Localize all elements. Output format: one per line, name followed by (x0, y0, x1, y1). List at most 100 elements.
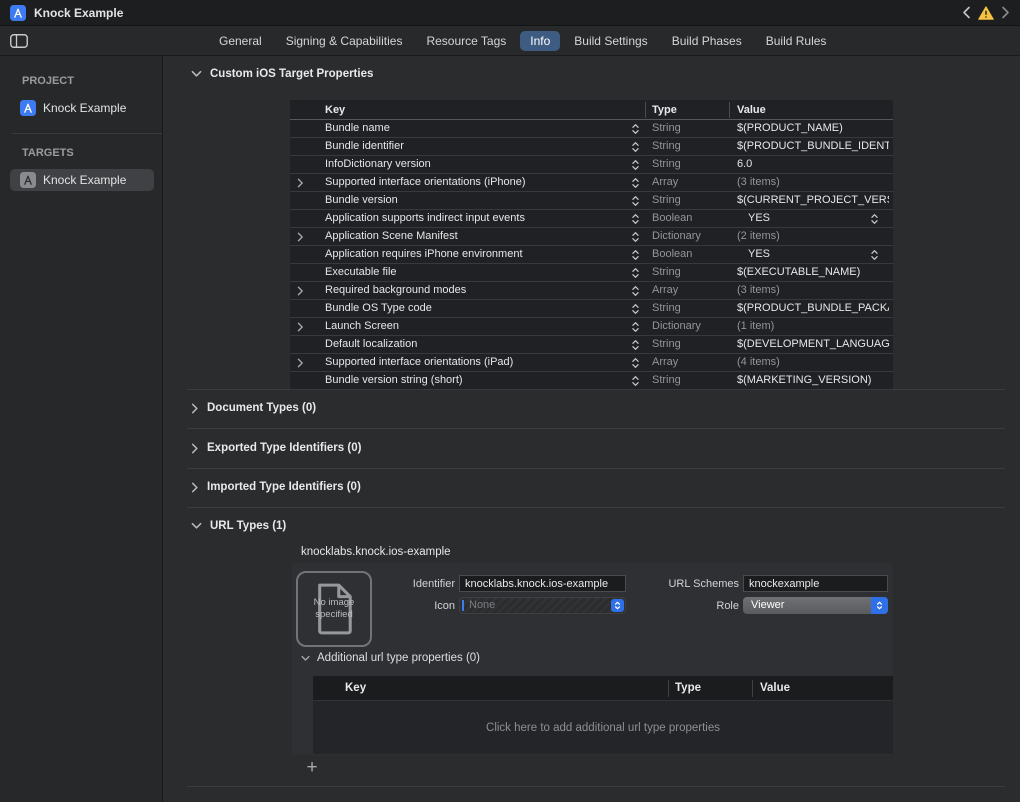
key-stepper-icon[interactable] (631, 231, 640, 243)
tab-build-settings[interactable]: Build Settings (564, 31, 657, 51)
icon-dropdown[interactable]: None (459, 597, 626, 614)
property-key: InfoDictionary version (325, 156, 431, 173)
tab-build-rules[interactable]: Build Rules (756, 31, 837, 51)
collapsed-section-header[interactable]: Exported Type Identifiers (0) (191, 442, 361, 454)
section-custom-ios-target-properties[interactable]: Custom iOS Target Properties (191, 68, 373, 80)
focus-bar (462, 600, 464, 611)
role-label: Role (629, 600, 739, 612)
property-row-bundle-os-type-code[interactable]: Bundle OS Type code String $(PRODUCT_BUN… (290, 300, 893, 318)
tab-info[interactable]: Info (520, 31, 560, 51)
popup-chevrons-icon (871, 597, 888, 614)
section-divider (187, 428, 1005, 429)
table-header: Key Type Value (290, 100, 893, 120)
property-key: Application requires iPhone environment (325, 246, 523, 263)
add-additional-properties-row[interactable]: Click here to add additional url type pr… (313, 701, 893, 754)
property-value: $(EXECUTABLE_NAME) (737, 264, 889, 281)
key-stepper-icon[interactable] (631, 123, 640, 135)
property-key: Bundle OS Type code (325, 300, 432, 317)
chevron-down-icon (191, 70, 202, 78)
column-header-key: Key (325, 100, 345, 120)
value-stepper-icon[interactable] (870, 249, 879, 261)
key-stepper-icon[interactable] (631, 249, 640, 261)
disclosure-chevron-icon[interactable] (297, 358, 304, 368)
property-row-application-scene-manifest[interactable]: Application Scene Manifest Dictionary (2… (290, 228, 893, 246)
xcode-project-icon (20, 100, 36, 116)
key-stepper-icon[interactable] (631, 141, 640, 153)
property-row-bundle-identifier[interactable]: Bundle identifier String $(PRODUCT_BUNDL… (290, 138, 893, 156)
disclosure-chevron-icon[interactable] (297, 286, 304, 296)
property-row-application-supports-indirect-input-events[interactable]: Application supports indirect input even… (290, 210, 893, 228)
role-dropdown[interactable]: Viewer (743, 597, 888, 614)
app-target-icon (20, 172, 36, 188)
identifier-input[interactable] (459, 575, 626, 592)
key-stepper-icon[interactable] (631, 213, 640, 225)
key-stepper-icon[interactable] (631, 195, 640, 207)
property-row-launch-screen[interactable]: Launch Screen Dictionary (1 item) (290, 318, 893, 336)
property-row-infodictionary-version[interactable]: InfoDictionary version String 6.0 (290, 156, 893, 174)
sidebar-item-targets-knock-example[interactable]: Knock Example (10, 169, 154, 191)
tab-build-phases[interactable]: Build Phases (662, 31, 752, 51)
window-title: Knock Example (34, 6, 123, 20)
sidebar-group-header: PROJECT (22, 75, 162, 87)
tab-signing-capabilities[interactable]: Signing & Capabilities (276, 31, 413, 51)
value-stepper-icon[interactable] (870, 213, 879, 225)
key-stepper-icon[interactable] (631, 303, 640, 315)
sidebar-toggle-icon[interactable] (10, 34, 28, 48)
section-document-types-0: Document Types (0) (164, 402, 1020, 442)
property-type: Array (652, 174, 678, 191)
property-key: Default localization (325, 336, 417, 353)
property-row-required-background-modes[interactable]: Required background modes Array (3 items… (290, 282, 893, 300)
section-imported-type-identifiers-0: Imported Type Identifiers (0) (164, 481, 1020, 521)
property-row-default-localization[interactable]: Default localization String $(DEVELOPMEN… (290, 336, 893, 354)
property-key: Required background modes (325, 282, 466, 299)
property-row-supported-interface-orientations-iphone[interactable]: Supported interface orientations (iPhone… (290, 174, 893, 192)
back-chevron-icon[interactable] (962, 6, 971, 19)
key-stepper-icon[interactable] (631, 375, 640, 387)
key-stepper-icon[interactable] (631, 357, 640, 369)
property-row-supported-interface-orientations-ipad[interactable]: Supported interface orientations (iPad) … (290, 354, 893, 372)
property-type: Boolean (652, 210, 692, 227)
key-stepper-icon[interactable] (631, 177, 640, 189)
property-type: String (652, 300, 681, 317)
add-url-type-button[interactable]: + (302, 758, 322, 778)
key-stepper-icon[interactable] (631, 321, 640, 333)
tab-resource-tags[interactable]: Resource Tags (416, 31, 516, 51)
additional-url-type-properties-header[interactable]: Additional url type properties (0) (301, 652, 480, 664)
property-type: String (652, 192, 681, 209)
chevron-right-icon (191, 403, 199, 414)
forward-chevron-icon[interactable] (1001, 6, 1010, 19)
column-separator (645, 102, 646, 118)
url-schemes-input[interactable] (743, 575, 888, 592)
property-value: $(PRODUCT_NAME) (737, 120, 889, 137)
property-row-application-requires-iphone-environment[interactable]: Application requires iPhone environment … (290, 246, 893, 264)
property-key: Supported interface orientations (iPhone… (325, 174, 526, 191)
disclosure-chevron-icon[interactable] (297, 322, 304, 332)
collapsed-section-header[interactable]: Document Types (0) (191, 402, 316, 414)
section-exported-type-identifiers-0: Exported Type Identifiers (0) (164, 442, 1020, 482)
warning-triangle-icon[interactable] (978, 6, 994, 20)
key-stepper-icon[interactable] (631, 159, 640, 171)
url-schemes-label: URL Schemes (629, 578, 739, 590)
property-row-bundle-version[interactable]: Bundle version String $(CURRENT_PROJECT_… (290, 192, 893, 210)
property-key: Bundle version (325, 192, 398, 209)
key-stepper-icon[interactable] (631, 339, 640, 351)
column-header-value: Value (737, 100, 766, 120)
property-row-bundle-version-string-short[interactable]: Bundle version string (short) String $(M… (290, 372, 893, 390)
property-row-executable-file[interactable]: Executable file String $(EXECUTABLE_NAME… (290, 264, 893, 282)
tab-general[interactable]: General (209, 31, 272, 51)
sidebar-item-project-knock-example[interactable]: Knock Example (10, 97, 154, 119)
property-type: String (652, 372, 681, 389)
key-stepper-icon[interactable] (631, 267, 640, 279)
column-header-type: Type (675, 676, 701, 701)
section-divider (187, 468, 1005, 469)
collapsed-section-header[interactable]: Imported Type Identifiers (0) (191, 481, 361, 493)
disclosure-chevron-icon[interactable] (297, 232, 304, 242)
empty-message: Click here to add additional url type pr… (486, 722, 720, 734)
key-stepper-icon[interactable] (631, 285, 640, 297)
property-row-bundle-name[interactable]: Bundle name String $(PRODUCT_NAME) (290, 120, 893, 138)
role-dropdown-value: Viewer (751, 597, 784, 614)
property-value: $(PRODUCT_BUNDLE_IDENT (737, 138, 889, 155)
column-header-key: Key (345, 676, 366, 701)
section-url-types[interactable]: URL Types (1) (191, 520, 286, 532)
disclosure-chevron-icon[interactable] (297, 178, 304, 188)
